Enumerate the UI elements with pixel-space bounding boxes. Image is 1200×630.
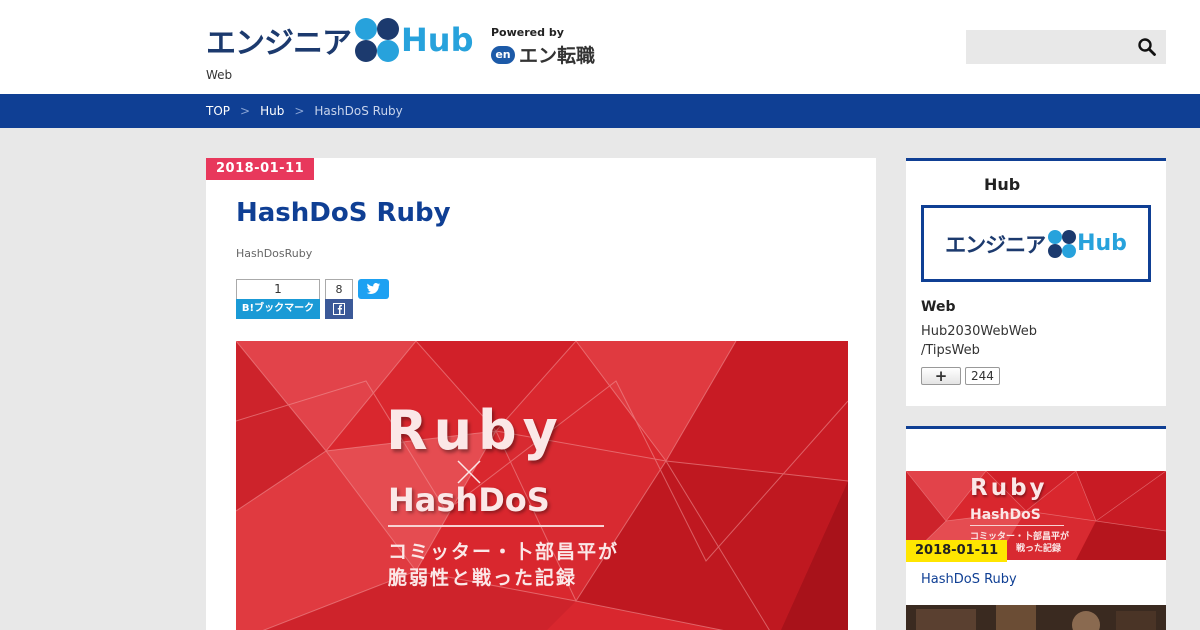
share-buttons: 1 B!ブックマーク 8 — [236, 279, 389, 319]
facebook-icon — [325, 299, 353, 319]
related-article-title[interactable]: HashDoS Ruby — [921, 572, 1017, 587]
article-card: 2018-01-11 HashDoS Ruby HashDosRuby 1 B!… — [206, 158, 876, 630]
logo-kana-text: エンジニア — [206, 26, 352, 61]
hero-ruby-text: Ruby — [386, 399, 564, 462]
logo-mark-icon — [355, 18, 399, 62]
hero-jp-line1: コミッター・卜部昌平が — [388, 541, 620, 563]
hero-divider — [388, 525, 604, 527]
follow-count: 244 — [965, 367, 1000, 385]
en-logo-icon: en — [491, 45, 515, 64]
article-title: HashDoS Ruby — [236, 198, 451, 228]
sidebar-desc-line2: /TipsWeb — [921, 343, 980, 358]
article-subtitle: HashDosRuby — [236, 247, 313, 260]
breadcrumb-current: HashDoS Ruby — [314, 104, 403, 118]
twitter-share-button[interactable] — [358, 279, 389, 299]
facebook-count: 8 — [325, 279, 353, 299]
sidebar-site-name: Web — [921, 299, 956, 315]
sidebar-desc-line1: Hub2030WebWeb — [921, 324, 1038, 339]
sidebar-logo-banner[interactable]: エンジニア Hub — [921, 205, 1151, 282]
breadcrumb-top[interactable]: TOP — [206, 104, 230, 118]
breadcrumb: TOP > Hub > HashDoS Ruby — [206, 94, 403, 128]
hatena-bookmark-button[interactable]: 1 B!ブックマーク — [236, 279, 320, 319]
facebook-share-button[interactable]: 8 — [325, 279, 353, 319]
hatena-count: 1 — [236, 279, 320, 299]
logo-hub-text: Hub — [401, 21, 474, 59]
sidebar-articles-box: Ruby HashDoS コミッター・卜部昌平が 戦った記録 2018-01-1… — [906, 426, 1166, 630]
thumb2-photo — [906, 605, 1166, 630]
thumb-divider — [970, 525, 1064, 526]
powered-by-name: エン転職 — [519, 45, 596, 67]
breadcrumb-separator: > — [294, 104, 305, 118]
powered-by-label: Powered by — [491, 26, 564, 39]
sidebar-about-box: Hub エンジニア Hub Web Hub2030WebWeb /TipsWeb… — [906, 158, 1166, 406]
thumb-jp-line2: 戦った記録 — [1016, 544, 1062, 554]
site-header: エンジニア Hub Powered by en エン転職 Web — [0, 0, 1200, 94]
site-tagline: Web — [206, 68, 233, 82]
banner-kana-text: エンジニア — [945, 232, 1046, 257]
banner-hub-text: Hub — [1077, 231, 1127, 256]
powered-by[interactable]: Powered by en エン転職 — [491, 26, 595, 68]
related-article-thumbnail-2[interactable] — [906, 605, 1166, 630]
article-date: 2018-01-11 — [206, 158, 315, 180]
breadcrumb-bar: TOP > Hub > HashDoS Ruby — [0, 94, 1200, 128]
breadcrumb-hub[interactable]: Hub — [260, 104, 284, 118]
follow-plus-button[interactable]: + — [921, 367, 961, 385]
hero-jp-line2: 脆弱性と戦った記録 — [388, 567, 578, 589]
thumb-ruby-text: Ruby — [970, 475, 1048, 501]
sidebar-about-title: Hub — [984, 175, 1021, 194]
follow-widget: + 244 — [921, 367, 1000, 385]
hero-hashdos-text: HashDoS — [388, 481, 550, 519]
search-input[interactable] — [966, 30, 1166, 64]
article-hero-image: Ruby HashDoS コミッター・卜部昌平が 脆弱性と戦った記録 — [236, 341, 848, 630]
site-logo[interactable]: エンジニア Hub — [206, 18, 473, 62]
banner-mark-icon — [1048, 229, 1077, 258]
twitter-bird-icon — [366, 283, 381, 295]
search-icon[interactable] — [1137, 37, 1157, 57]
breadcrumb-separator: > — [240, 104, 251, 118]
related-article-date: 2018-01-11 — [906, 540, 1008, 562]
thumb-hashdos-text: HashDoS — [970, 507, 1041, 523]
hatena-label: B!ブックマーク — [236, 299, 320, 319]
